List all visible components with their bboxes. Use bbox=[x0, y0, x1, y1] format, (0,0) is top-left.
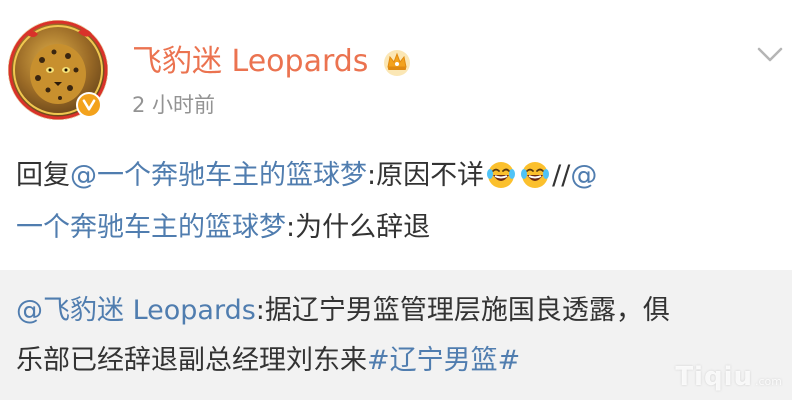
vip-badge-icon bbox=[82, 99, 96, 111]
hashtag-link[interactable]: #辽宁男篮# bbox=[367, 345, 520, 376]
mention-link[interactable]: @一个奔驰车主的篮球梦 bbox=[70, 160, 367, 191]
site-watermark: Tiqiu .com bbox=[675, 362, 782, 396]
mention-link-at[interactable]: @ bbox=[570, 160, 597, 191]
content-line-2: 一个奔驰车主的篮球梦:为什么辞退 bbox=[16, 202, 786, 254]
crown-icon bbox=[384, 50, 410, 76]
watermark-logo: Tiqiu bbox=[675, 362, 753, 392]
weibo-post: 飞豹迷 Leopards 2 小时前 回复@一个奔驰车主的篮球梦:原因不详 //… bbox=[0, 0, 792, 400]
watermark-domain: .com bbox=[755, 375, 782, 388]
post-timestamp: 2 小时前 bbox=[132, 93, 216, 117]
retweet-line-1: @飞豹迷 Leopards:据辽宁男篮管理层施国良透露，俱 bbox=[16, 286, 786, 336]
retweet-card[interactable]: @飞豹迷 Leopards:据辽宁男篮管理层施国良透露，俱 乐部已经辞退副总经理… bbox=[0, 270, 792, 400]
retweet-text-1: :据辽宁男篮管理层施国良透露，俱 bbox=[255, 295, 670, 326]
retweet-content: @飞豹迷 Leopards:据辽宁男篮管理层施国良透露，俱 乐部已经辞退副总经理… bbox=[16, 286, 786, 386]
retweet-line-2: 乐部已经辞退副总经理刘东来#辽宁男篮# bbox=[16, 336, 786, 386]
forward-separator: // bbox=[552, 160, 571, 191]
chevron-down-icon[interactable] bbox=[754, 38, 786, 70]
content-line-1: 回复@一个奔驰车主的篮球梦:原因不详 //@ bbox=[16, 150, 786, 202]
post-header: 飞豹迷 Leopards 2 小时前 bbox=[0, 0, 792, 140]
retweet-text-2: 乐部已经辞退副总经理刘东来 bbox=[16, 345, 367, 376]
laugh-cry-emoji-icon bbox=[487, 162, 516, 188]
mention-link-name[interactable]: 一个奔驰车主的篮球梦 bbox=[16, 212, 286, 243]
laugh-cry-emoji-icon bbox=[521, 162, 550, 188]
post-content: 回复@一个奔驰车主的篮球梦:原因不详 //@ 一个奔驰车主的篮球梦:为什么辞退 bbox=[16, 150, 786, 254]
reply-prefix: 回复 bbox=[16, 160, 70, 191]
reply-text: :原因不详 bbox=[367, 160, 485, 191]
forward-text: :为什么辞退 bbox=[286, 212, 431, 243]
author-name[interactable]: 飞豹迷 Leopards bbox=[132, 44, 368, 80]
verified-badge bbox=[76, 92, 102, 118]
retweet-author-link[interactable]: @飞豹迷 Leopards bbox=[16, 295, 256, 326]
